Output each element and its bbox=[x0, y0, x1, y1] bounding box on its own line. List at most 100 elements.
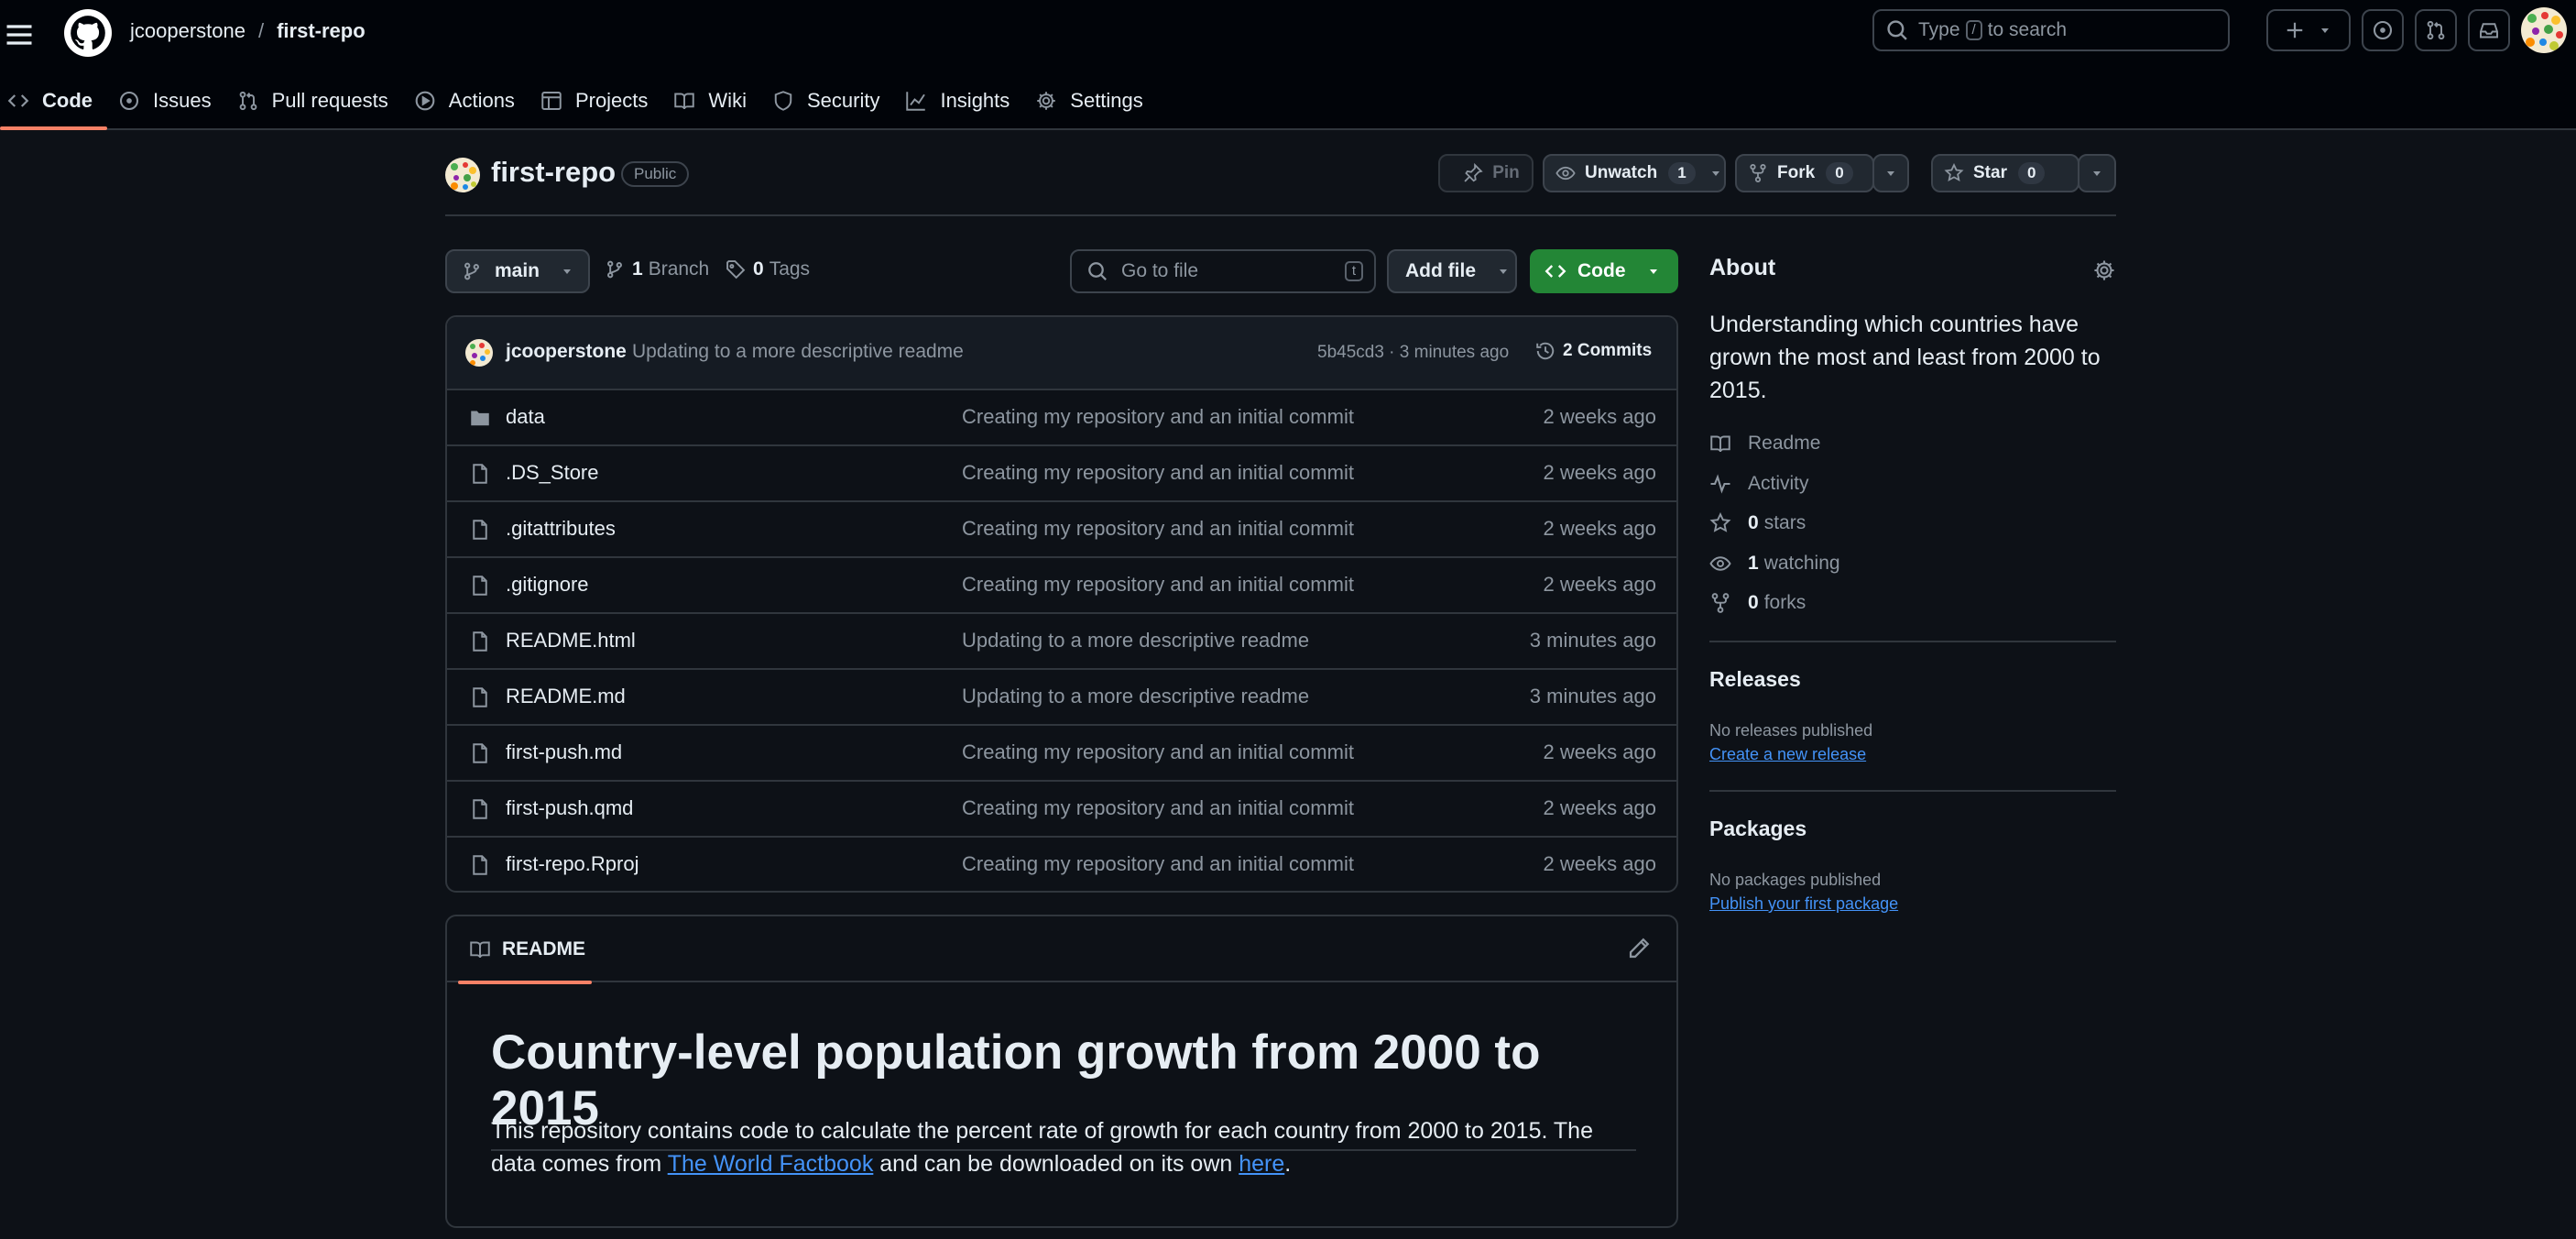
github-logo-icon[interactable] bbox=[64, 9, 112, 57]
watching-link[interactable]: 1 watching bbox=[1709, 553, 1840, 575]
file-name-link[interactable]: README.html bbox=[506, 629, 636, 652]
file-name-link[interactable]: .DS_Store bbox=[506, 461, 599, 485]
star-button[interactable]: Star 0 bbox=[1931, 154, 2079, 192]
code-button[interactable]: Code bbox=[1530, 249, 1678, 293]
pulse-icon bbox=[1709, 473, 1731, 495]
commit-message[interactable]: Updating to a more descriptive readme bbox=[632, 341, 964, 363]
file-commit-message[interactable]: Creating my repository and an initial co… bbox=[962, 740, 1354, 764]
file-commit-message[interactable]: Creating my repository and an initial co… bbox=[962, 461, 1354, 485]
tags-link[interactable]: 0 Tags bbox=[726, 258, 810, 280]
packages-heading[interactable]: Packages bbox=[1709, 817, 1806, 841]
repo-title[interactable]: first-repo bbox=[491, 156, 616, 189]
file-row[interactable]: first-push.qmd Creating my repository and… bbox=[447, 782, 1676, 838]
publish-package-link[interactable]: Publish your first package bbox=[1709, 894, 1898, 914]
create-release-link[interactable]: Create a new release bbox=[1709, 745, 1866, 764]
readme-tab-label: README bbox=[502, 938, 586, 959]
tab-projects-label: Projects bbox=[574, 89, 649, 112]
file-row[interactable]: .gitattributes Creating my repository and… bbox=[447, 502, 1676, 558]
pin-button[interactable]: Pin bbox=[1438, 154, 1534, 192]
file-commit-message[interactable]: Creating my repository and an initial co… bbox=[962, 796, 1354, 820]
file-row[interactable]: README.html Updating to a more descriptiv… bbox=[447, 614, 1676, 670]
history-icon bbox=[1535, 341, 1555, 361]
readme-link-label: Readme bbox=[1748, 433, 1821, 454]
gear-icon[interactable] bbox=[2092, 258, 2116, 282]
file-row[interactable]: .gitignore Creating my repository and an … bbox=[447, 558, 1676, 614]
about-description: Understanding which countries have grown… bbox=[1709, 312, 2101, 403]
file-commit-message[interactable]: Updating to a more descriptive readme bbox=[962, 685, 1309, 708]
your-pull-requests-button[interactable] bbox=[2415, 9, 2457, 51]
unwatch-button[interactable]: Unwatch 1 bbox=[1543, 154, 1726, 192]
breadcrumb-owner[interactable]: jcooperstone bbox=[130, 19, 246, 43]
book-icon bbox=[469, 938, 491, 960]
file-commit-message[interactable]: Creating my repository and an initial co… bbox=[962, 517, 1354, 541]
user-avatar[interactable] bbox=[2521, 7, 2567, 53]
go-to-file-input[interactable]: Go to file t bbox=[1070, 249, 1376, 293]
file-name-link[interactable]: README.md bbox=[506, 685, 626, 708]
tab-wiki[interactable]: Wiki bbox=[666, 71, 765, 130]
tab-pull-requests-label: Pull requests bbox=[271, 89, 388, 112]
readme-tab[interactable]: README bbox=[458, 916, 592, 984]
commits-history-link[interactable]: 2 Commits bbox=[1535, 341, 1652, 361]
your-issues-button[interactable] bbox=[2362, 9, 2404, 51]
global-search-input[interactable]: Type / to search bbox=[1872, 9, 2230, 51]
file-commit-message[interactable]: Creating my repository and an initial co… bbox=[962, 573, 1354, 597]
tab-projects[interactable]: Projects bbox=[533, 71, 666, 130]
tab-settings[interactable]: Settings bbox=[1028, 71, 1162, 130]
file-name-link[interactable]: data bbox=[506, 405, 545, 429]
file-icon bbox=[469, 798, 491, 820]
create-new-button[interactable] bbox=[2266, 9, 2351, 51]
pin-label: Pin bbox=[1492, 163, 1520, 182]
inbox-icon bbox=[2478, 19, 2500, 41]
branches-link[interactable]: 1 Branch bbox=[605, 258, 709, 280]
file-name-link[interactable]: first-repo.Rproj bbox=[506, 852, 639, 876]
file-name-link[interactable]: .gitattributes bbox=[506, 517, 616, 541]
file-age: 2 weeks ago bbox=[1543, 852, 1656, 875]
releases-heading[interactable]: Releases bbox=[1709, 667, 1801, 692]
file-row[interactable]: first-repo.Rproj Creating my repository a… bbox=[447, 838, 1676, 891]
pencil-icon[interactable] bbox=[1627, 937, 1651, 960]
fork-dropdown-button[interactable] bbox=[1872, 154, 1909, 192]
notifications-button[interactable] bbox=[2468, 9, 2510, 51]
file-list: data Creating my repository and an initia… bbox=[447, 390, 1676, 891]
world-factbook-link[interactable]: The World Factbook bbox=[668, 1151, 874, 1177]
fork-button[interactable]: Fork 0 bbox=[1735, 154, 1874, 192]
file-commit-message[interactable]: Creating my repository and an initial co… bbox=[962, 852, 1354, 876]
add-file-button[interactable]: Add file bbox=[1387, 249, 1517, 293]
star-label: Star bbox=[1973, 163, 2007, 182]
commit-author[interactable]: jcooperstone bbox=[506, 341, 627, 363]
activity-link[interactable]: Activity bbox=[1709, 473, 1809, 495]
file-row[interactable]: first-push.md Creating my repository and … bbox=[447, 726, 1676, 782]
tab-actions[interactable]: Actions bbox=[407, 71, 533, 130]
tab-insights[interactable]: Insights bbox=[898, 71, 1028, 130]
owner-avatar[interactable] bbox=[445, 158, 480, 192]
forks-link[interactable]: 0 forks bbox=[1709, 592, 1806, 614]
tab-code[interactable]: Code bbox=[0, 71, 111, 130]
tab-issues[interactable]: Issues bbox=[111, 71, 230, 130]
tab-security[interactable]: Security bbox=[765, 71, 898, 130]
divider bbox=[1709, 641, 2116, 642]
file-row[interactable]: .DS_Store Creating my repository and an i… bbox=[447, 446, 1676, 502]
global-header: jcooperstone / first-repo Type / to sear… bbox=[0, 0, 2576, 130]
tab-pull-requests[interactable]: Pull requests bbox=[230, 71, 407, 130]
file-row[interactable]: data Creating my repository and an initia… bbox=[447, 390, 1676, 446]
file-commit-message[interactable]: Creating my repository and an initial co… bbox=[962, 405, 1354, 429]
download-here-link[interactable]: here bbox=[1239, 1151, 1284, 1177]
fork-count: 0 bbox=[1826, 162, 1853, 184]
file-name-link[interactable]: .gitignore bbox=[506, 573, 589, 597]
hamburger-menu-icon[interactable] bbox=[0, 18, 38, 51]
issue-icon bbox=[2372, 19, 2394, 41]
readme-link[interactable]: Readme bbox=[1709, 433, 1820, 455]
stars-link[interactable]: 0 stars bbox=[1709, 512, 1806, 534]
file-row[interactable]: README.md Updating to a more descriptive … bbox=[447, 670, 1676, 726]
readme-header: README bbox=[447, 916, 1676, 984]
eye-icon bbox=[1555, 163, 1576, 183]
breadcrumb-repo[interactable]: first-repo bbox=[277, 19, 366, 43]
commit-hash-and-time[interactable]: 5b45cd3 · 3 minutes ago bbox=[1317, 343, 1509, 363]
file-name-link[interactable]: first-push.qmd bbox=[506, 796, 633, 820]
file-name-link[interactable]: first-push.md bbox=[506, 740, 622, 764]
star-dropdown-button[interactable] bbox=[2078, 154, 2116, 192]
commit-author-avatar[interactable] bbox=[465, 339, 493, 367]
activity-link-label: Activity bbox=[1748, 473, 1809, 494]
branch-selector[interactable]: main bbox=[445, 249, 590, 293]
file-commit-message[interactable]: Updating to a more descriptive readme bbox=[962, 629, 1309, 652]
